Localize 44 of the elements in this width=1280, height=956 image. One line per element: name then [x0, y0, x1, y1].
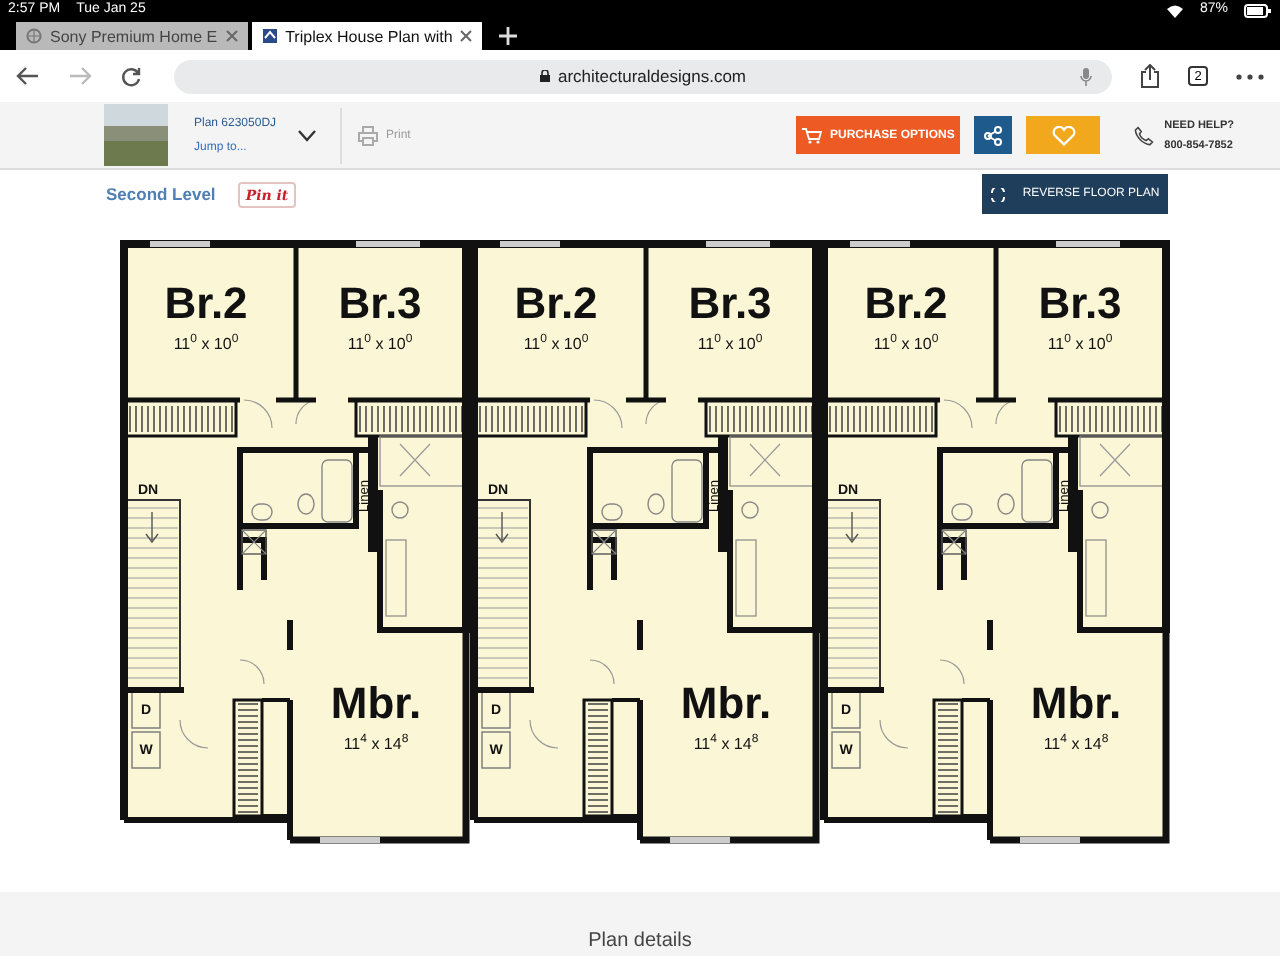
room-size: 11$^{0}$ x 10$^{0}$ [873, 331, 939, 358]
printer-icon [358, 125, 378, 145]
phone-icon [1134, 125, 1155, 145]
chevron-down-icon[interactable] [298, 129, 316, 141]
room-size: 11$^{0}$ x 10$^{0}$ [347, 331, 413, 358]
close-icon[interactable] [225, 30, 238, 42]
room-size: 11$^{4}$ x 14$^{8}$ [693, 731, 759, 758]
globe-icon [26, 28, 42, 44]
room-name: Mbr. [1030, 680, 1122, 728]
browser-tab[interactable]: Triplex House Plan with [251, 22, 483, 50]
browser-tab[interactable]: Sony Premium Home E [16, 22, 248, 50]
room-size: 11$^{0}$ x 10$^{0}$ [697, 331, 763, 358]
close-icon[interactable] [460, 30, 473, 42]
room-name: Br.3 [338, 280, 422, 328]
house-favicon-icon [261, 28, 278, 44]
plan-details-title: Plan details [588, 930, 692, 952]
back-icon[interactable] [16, 66, 40, 86]
room-size: 11$^{4}$ x 14$^{8}$ [343, 731, 409, 758]
lock-icon [539, 70, 550, 82]
microphone-icon[interactable] [1080, 67, 1092, 85]
room-size: 11$^{0}$ x 10$^{0}$ [173, 331, 239, 358]
room-name: Br.2 [514, 280, 598, 328]
room-size: 11$^{4}$ x 14$^{8}$ [1043, 731, 1109, 758]
new-tab-icon[interactable] [498, 26, 519, 46]
room-name: Mbr. [330, 680, 422, 728]
room-size: 11$^{0}$ x 10$^{0}$ [1047, 331, 1113, 358]
address-field[interactable]: architecturaldesigns.com [174, 59, 1112, 93]
more-icon[interactable] [1236, 73, 1264, 79]
room-name: Br.2 [164, 280, 248, 328]
house-photo-placeholder [104, 104, 168, 166]
cart-icon [801, 127, 822, 143]
share-button[interactable] [974, 116, 1013, 154]
room-name: Br.3 [688, 280, 772, 328]
share-icon[interactable] [1140, 64, 1160, 88]
room-name: Br.3 [1038, 280, 1122, 328]
battery-icon [1244, 3, 1272, 17]
room-name: Br.2 [864, 280, 948, 328]
wifi-icon [1165, 3, 1184, 17]
room-size: 11$^{0}$ x 10$^{0}$ [523, 331, 589, 358]
reload-icon[interactable] [120, 65, 142, 87]
share-nodes-icon [984, 125, 1003, 145]
level-title: Second Level [106, 184, 216, 204]
room-name: Mbr. [680, 680, 772, 728]
heart-icon [1051, 125, 1076, 145]
